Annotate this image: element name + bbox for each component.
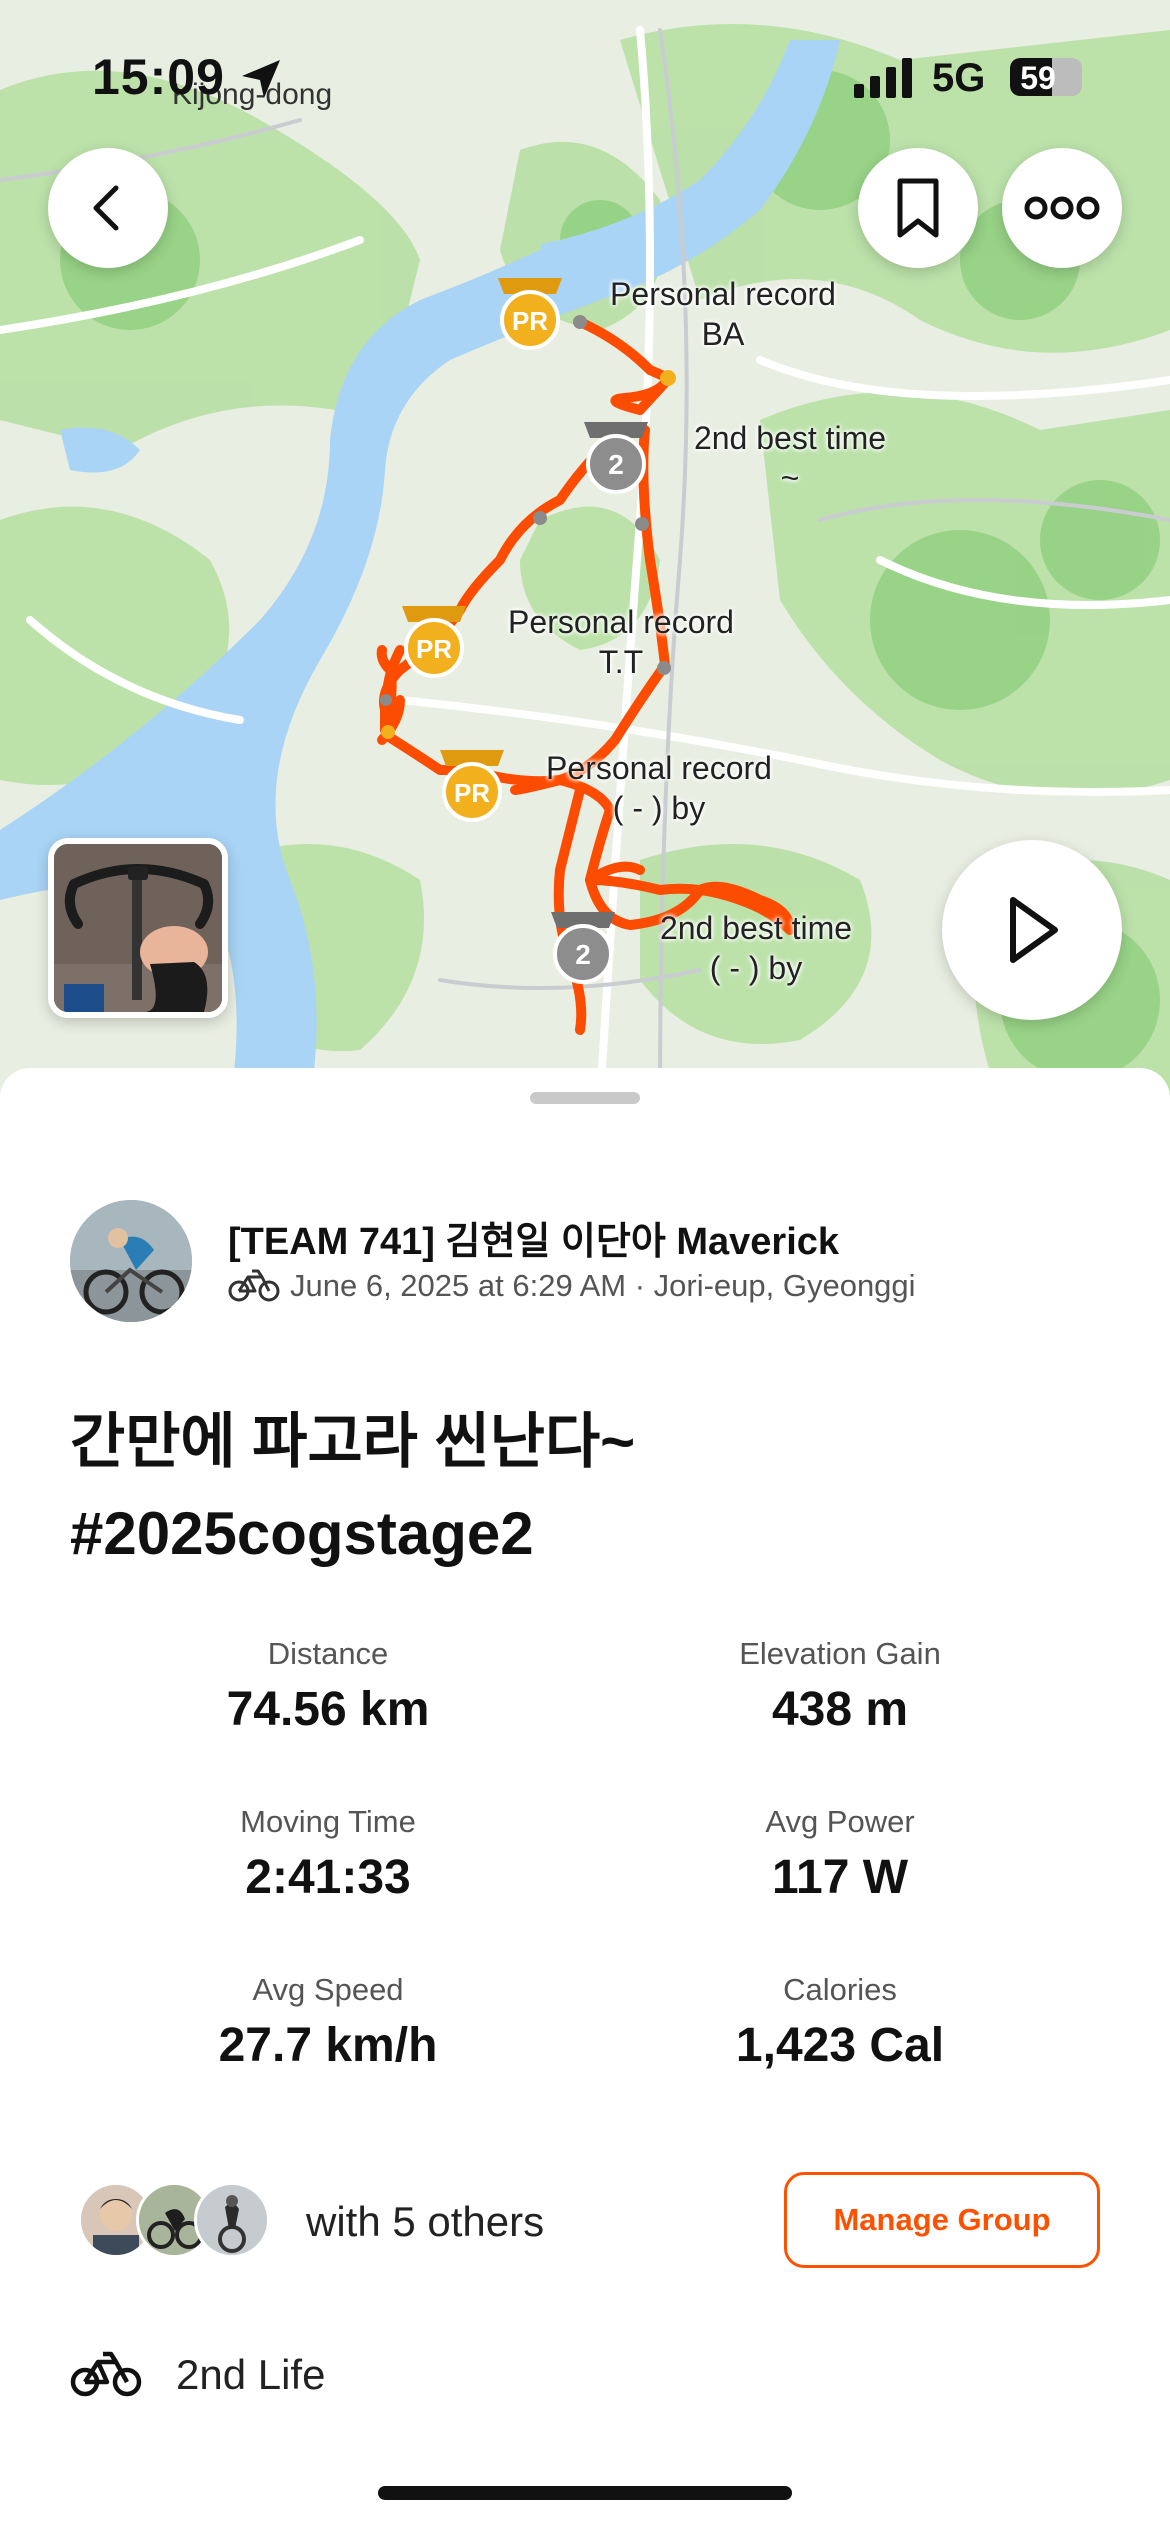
battery-icon: 59: [1010, 58, 1082, 96]
home-indicator[interactable]: [378, 2486, 792, 2500]
group-avatar: [194, 2182, 270, 2258]
second-place-medal-icon[interactable]: 2: [543, 906, 623, 986]
segment-label: 2nd best time( - ) by: [659, 910, 853, 986]
status-time: 15:09: [92, 49, 225, 105]
battery-percent: 59: [1020, 60, 1056, 96]
back-icon: [93, 185, 119, 231]
bookmark-icon: [897, 178, 939, 238]
stat-avg-speed: Avg Speed 27.7 km/h: [128, 1972, 528, 2073]
sheet-grabber[interactable]: [530, 1092, 640, 1104]
stat-label: Calories: [783, 1972, 897, 2007]
more-options-button[interactable]: [1002, 148, 1122, 268]
stat-value: 1,423 Cal: [735, 2019, 945, 2072]
network-label: 5G: [932, 56, 986, 100]
stat-value: 74.56 km: [226, 1683, 430, 1736]
stat-value: 438 m: [771, 1683, 909, 1736]
svg-text:PR: PR: [512, 306, 548, 336]
stat-label: Distance: [267, 1636, 389, 1671]
signal-bars-icon: [854, 58, 912, 98]
stat-value: 27.7 km/h: [218, 2019, 438, 2072]
bike-handlebar-photo: [54, 844, 222, 1012]
location-arrow-icon: [242, 60, 280, 98]
svg-text:2: 2: [608, 449, 624, 480]
bike-icon: [70, 2351, 142, 2397]
segment-label: Personal record BA: [610, 276, 836, 352]
cyclist-photo: [197, 2185, 267, 2255]
stat-elevation-gain: Elevation Gain 438 m: [640, 1636, 1040, 1737]
activity-title: 간만에 파고라 씬난다~ #2025cogstage2: [70, 1408, 636, 1567]
play-icon: [1010, 897, 1058, 963]
segment-label: 2nd best time ~: [693, 420, 887, 496]
status-bar: Kijong-dong 15:09 5G 59: [0, 0, 1170, 150]
athlete-avatar[interactable]: [70, 1200, 192, 1322]
stat-calories: Calories 1,423 Cal: [640, 1972, 1040, 2073]
pr-medal-icon[interactable]: PR: [490, 272, 570, 352]
more-icon: [1024, 196, 1100, 220]
athlete-name[interactable]: [TEAM 741] 김현일 이단아 Maverick: [228, 1210, 839, 1265]
stat-moving-time: Moving Time 2:41:33: [128, 1804, 528, 1905]
group-avatars[interactable]: [78, 2182, 278, 2258]
cyclist-photo: [70, 1200, 192, 1322]
gear-name: 2nd Life: [176, 2351, 326, 2398]
second-place-medal-icon[interactable]: 2: [576, 416, 656, 496]
bike-icon: [228, 1269, 280, 1302]
stat-label: Avg Speed: [252, 1972, 404, 2007]
stat-avg-power: Avg Power 117 W: [640, 1804, 1040, 1905]
back-button[interactable]: [48, 148, 168, 268]
activity-meta: June 6, 2025 at 6:29 AM · Jori-eup, Gyeo…: [228, 1268, 916, 1304]
activity-details-sheet: [TEAM 741] 김현일 이단아 Maverick June 6, 2025…: [0, 1068, 1170, 2532]
activity-date-location: June 6, 2025 at 6:29 AM · Jori-eup, Gyeo…: [290, 1268, 916, 1303]
group-activity-row: with 5 others Manage Group: [70, 2168, 1100, 2268]
svg-text:2: 2: [575, 939, 591, 970]
manage-group-button[interactable]: Manage Group: [784, 2172, 1100, 2268]
pr-medal-icon[interactable]: PR: [394, 600, 474, 680]
group-with-others-text[interactable]: with 5 others: [306, 2198, 544, 2246]
gear-row[interactable]: 2nd Life: [70, 2350, 325, 2400]
segment-label: Personal record T.T: [508, 604, 734, 680]
svg-text:PR: PR: [416, 634, 452, 664]
activity-photo-thumbnail[interactable]: [48, 838, 228, 1018]
bookmark-button[interactable]: [858, 148, 978, 268]
pr-medal-icon[interactable]: PR: [432, 744, 512, 824]
stat-value: 2:41:33: [245, 1851, 411, 1904]
route-map[interactable]: PR Personal record BA 2 2nd best time ~ PR…: [0, 0, 1170, 1100]
stat-distance: Distance 74.56 km: [128, 1636, 528, 1737]
stat-label: Moving Time: [240, 1804, 416, 1839]
svg-text:PR: PR: [454, 778, 490, 808]
stat-label: Elevation Gain: [739, 1636, 941, 1671]
play-flyover-button[interactable]: [942, 840, 1122, 1020]
segment-label: Personal record( - ) by: [546, 750, 772, 826]
stat-label: Avg Power: [765, 1804, 915, 1839]
stat-value: 117 W: [771, 1851, 909, 1904]
